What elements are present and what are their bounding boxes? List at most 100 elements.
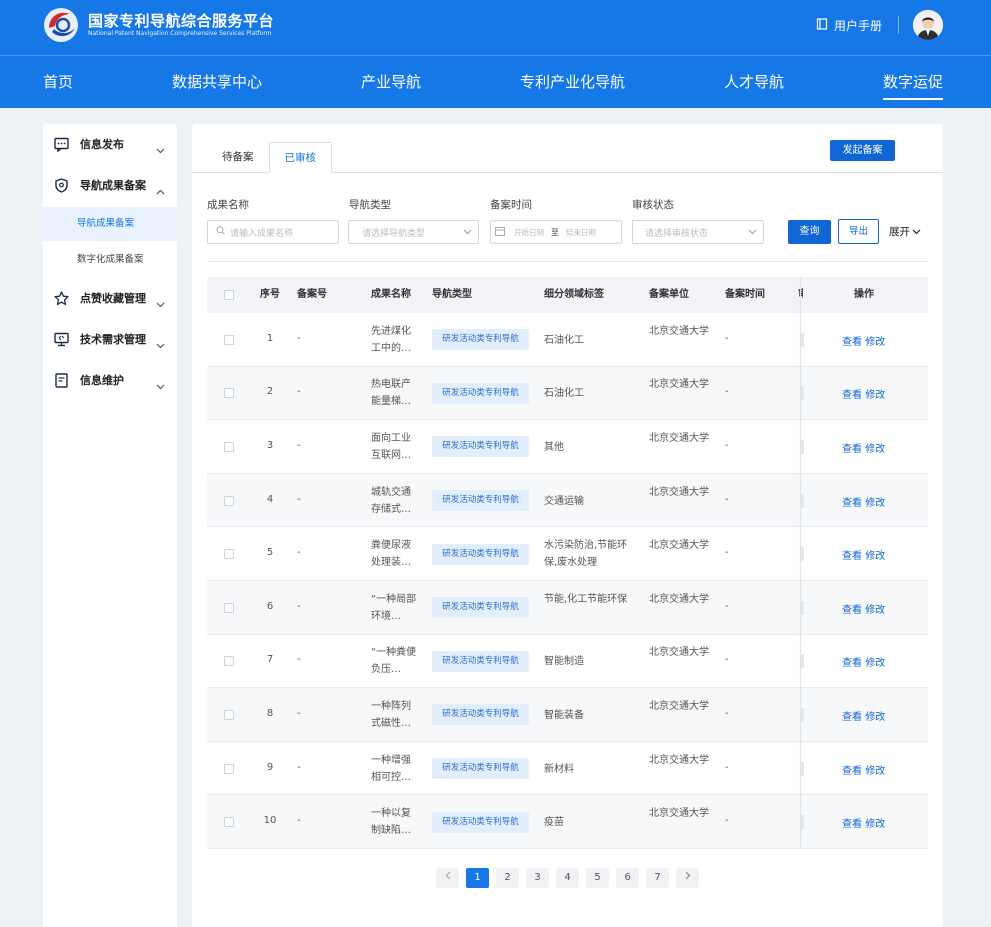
row-checkbox[interactable] [224, 709, 234, 720]
view-link[interactable]: 查看 [842, 390, 862, 401]
edit-link[interactable]: 修改 [865, 605, 885, 616]
row-name: 先进煤化工中的… [371, 325, 411, 354]
status-select-placeholder: 请选择审核状态 [645, 228, 709, 239]
edit-link[interactable]: 修改 [865, 498, 885, 509]
row-checkbox[interactable] [224, 388, 234, 399]
query-button[interactable]: 查询 [788, 220, 831, 244]
page-2[interactable]: 2 [496, 868, 519, 888]
view-link[interactable]: 查看 [842, 819, 862, 830]
date-range-picker[interactable]: 开始日期 至 结束日期 [490, 220, 622, 244]
row-checkbox[interactable] [224, 656, 234, 667]
row-truncated-cell [801, 654, 804, 669]
row-checkbox[interactable] [224, 334, 234, 345]
sidebar-group-tech-demand[interactable]: 技术需求管理 [43, 321, 177, 357]
edit-link[interactable]: 修改 [865, 658, 885, 669]
sidebar-group-like-collect[interactable]: 点赞收藏管理 [43, 280, 177, 316]
row-index: 7 [266, 654, 274, 666]
user-manual-link[interactable]: 用户手册 [816, 17, 882, 34]
chevron-up-icon [156, 180, 165, 199]
view-link[interactable]: 查看 [842, 444, 862, 455]
page-4[interactable]: 4 [556, 868, 579, 888]
name-search-input[interactable]: 请输入成果名称 [207, 220, 339, 244]
view-link[interactable]: 查看 [842, 658, 862, 669]
row-time: - [725, 761, 729, 773]
edit-link[interactable]: 修改 [865, 390, 885, 401]
row-truncated-cell [801, 707, 804, 722]
row-unit: 北京交通大学 [649, 325, 709, 337]
next-page-button[interactable] [676, 868, 699, 888]
page-5[interactable]: 5 [586, 868, 609, 888]
pagination: 1 2 3 4 5 6 7 [436, 868, 699, 888]
row-unit: 北京交通大学 [649, 379, 709, 391]
user-avatar[interactable] [913, 10, 943, 40]
sidebar-group-info-maintain[interactable]: 信息维护 [43, 362, 177, 398]
row-truncated-cell [801, 547, 804, 562]
sidebar-group-nav-achievement[interactable]: 导航成果备案 [43, 167, 177, 203]
row-actions: 查看 修改 [842, 547, 885, 562]
row-checkbox[interactable] [224, 441, 234, 452]
row-record-number: - [297, 493, 301, 505]
export-button[interactable]: 导出 [838, 219, 879, 244]
edit-link[interactable]: 修改 [865, 766, 885, 777]
row-type-tag: 研发活动类专利导航 [432, 382, 529, 404]
row-record-number: - [297, 654, 301, 666]
edit-link[interactable]: 修改 [865, 444, 885, 455]
view-link[interactable]: 查看 [842, 498, 862, 509]
status-select[interactable]: 请选择审核状态 [632, 220, 764, 244]
page-1[interactable]: 1 [466, 868, 489, 888]
row-checkbox[interactable] [224, 817, 234, 828]
row-checkbox[interactable] [224, 549, 234, 560]
edit-link[interactable]: 修改 [865, 819, 885, 830]
page-7[interactable]: 7 [646, 868, 669, 888]
row-truncated-cell [801, 815, 804, 830]
chevron-down-icon [156, 293, 165, 312]
row-index: 3 [266, 439, 274, 451]
page-6[interactable]: 6 [616, 868, 639, 888]
view-link[interactable]: 查看 [842, 766, 862, 777]
sidebar-group-info-publish[interactable]: 信息发布 [43, 126, 177, 162]
sidebar-item-nav-achievement-record[interactable]: 导航成果备案 [43, 207, 177, 241]
fixed-column-divider [800, 277, 801, 848]
nav-data-sharing[interactable]: 数据共享中心 [172, 56, 262, 108]
table-row: 8 - 一种阵列式磁性… 研发活动类专利导航 智能装备 北京交通大学 - 查看 修改 [207, 688, 928, 742]
col-time: 备案时间 [725, 289, 765, 300]
new-record-button[interactable]: 发起备案 [830, 140, 895, 161]
page-3[interactable]: 3 [526, 868, 549, 888]
row-truncated-cell [801, 439, 804, 454]
nav-digital-promotion[interactable]: 数字运促 [883, 56, 944, 108]
view-link[interactable]: 查看 [842, 337, 862, 348]
edit-link[interactable]: 修改 [865, 712, 885, 723]
nav-industry[interactable]: 产业导航 [361, 56, 421, 108]
sidebar-item-digital-achievement-record[interactable]: 数字化成果备案 [43, 243, 177, 277]
row-unit: 北京交通大学 [649, 593, 709, 605]
row-checkbox[interactable] [224, 763, 234, 774]
view-link[interactable]: 查看 [842, 712, 862, 723]
type-select-placeholder: 请选择导航类型 [362, 228, 426, 239]
row-truncated-cell [801, 600, 804, 615]
type-select[interactable]: 请选择导航类型 [348, 220, 479, 244]
tab-reviewed[interactable]: 已审核 [268, 142, 332, 173]
row-actions: 查看 修改 [842, 440, 885, 455]
row-checkbox[interactable] [224, 495, 234, 506]
sidebar-group-label: 技术需求管理 [80, 333, 146, 346]
expand-filters-toggle[interactable]: 展开 [889, 224, 921, 239]
brand[interactable]: 国家专利导航综合服务平台 National Patent Navigation … [42, 6, 274, 44]
row-time: - [725, 654, 729, 666]
nav-patent-industrialization[interactable]: 专利产业化导航 [520, 56, 625, 108]
select-all-checkbox[interactable] [224, 290, 234, 300]
row-time: - [725, 547, 729, 559]
col-actions: 操作 [854, 289, 874, 300]
nav-talent[interactable]: 人才导航 [724, 56, 784, 108]
tab-pending[interactable]: 待备案 [207, 142, 269, 173]
row-type-tag: 研发活动类专利导航 [432, 490, 529, 512]
row-domain: 节能,化工节能环保 [544, 593, 628, 605]
row-checkbox[interactable] [224, 602, 234, 613]
edit-link[interactable]: 修改 [865, 337, 885, 348]
prev-page-button[interactable] [436, 868, 459, 888]
view-link[interactable]: 查看 [842, 605, 862, 616]
view-link[interactable]: 查看 [842, 551, 862, 562]
row-type-tag: 研发活动类专利导航 [432, 543, 529, 565]
row-record-number: - [297, 707, 301, 719]
nav-home[interactable]: 首页 [43, 56, 73, 108]
edit-link[interactable]: 修改 [865, 551, 885, 562]
